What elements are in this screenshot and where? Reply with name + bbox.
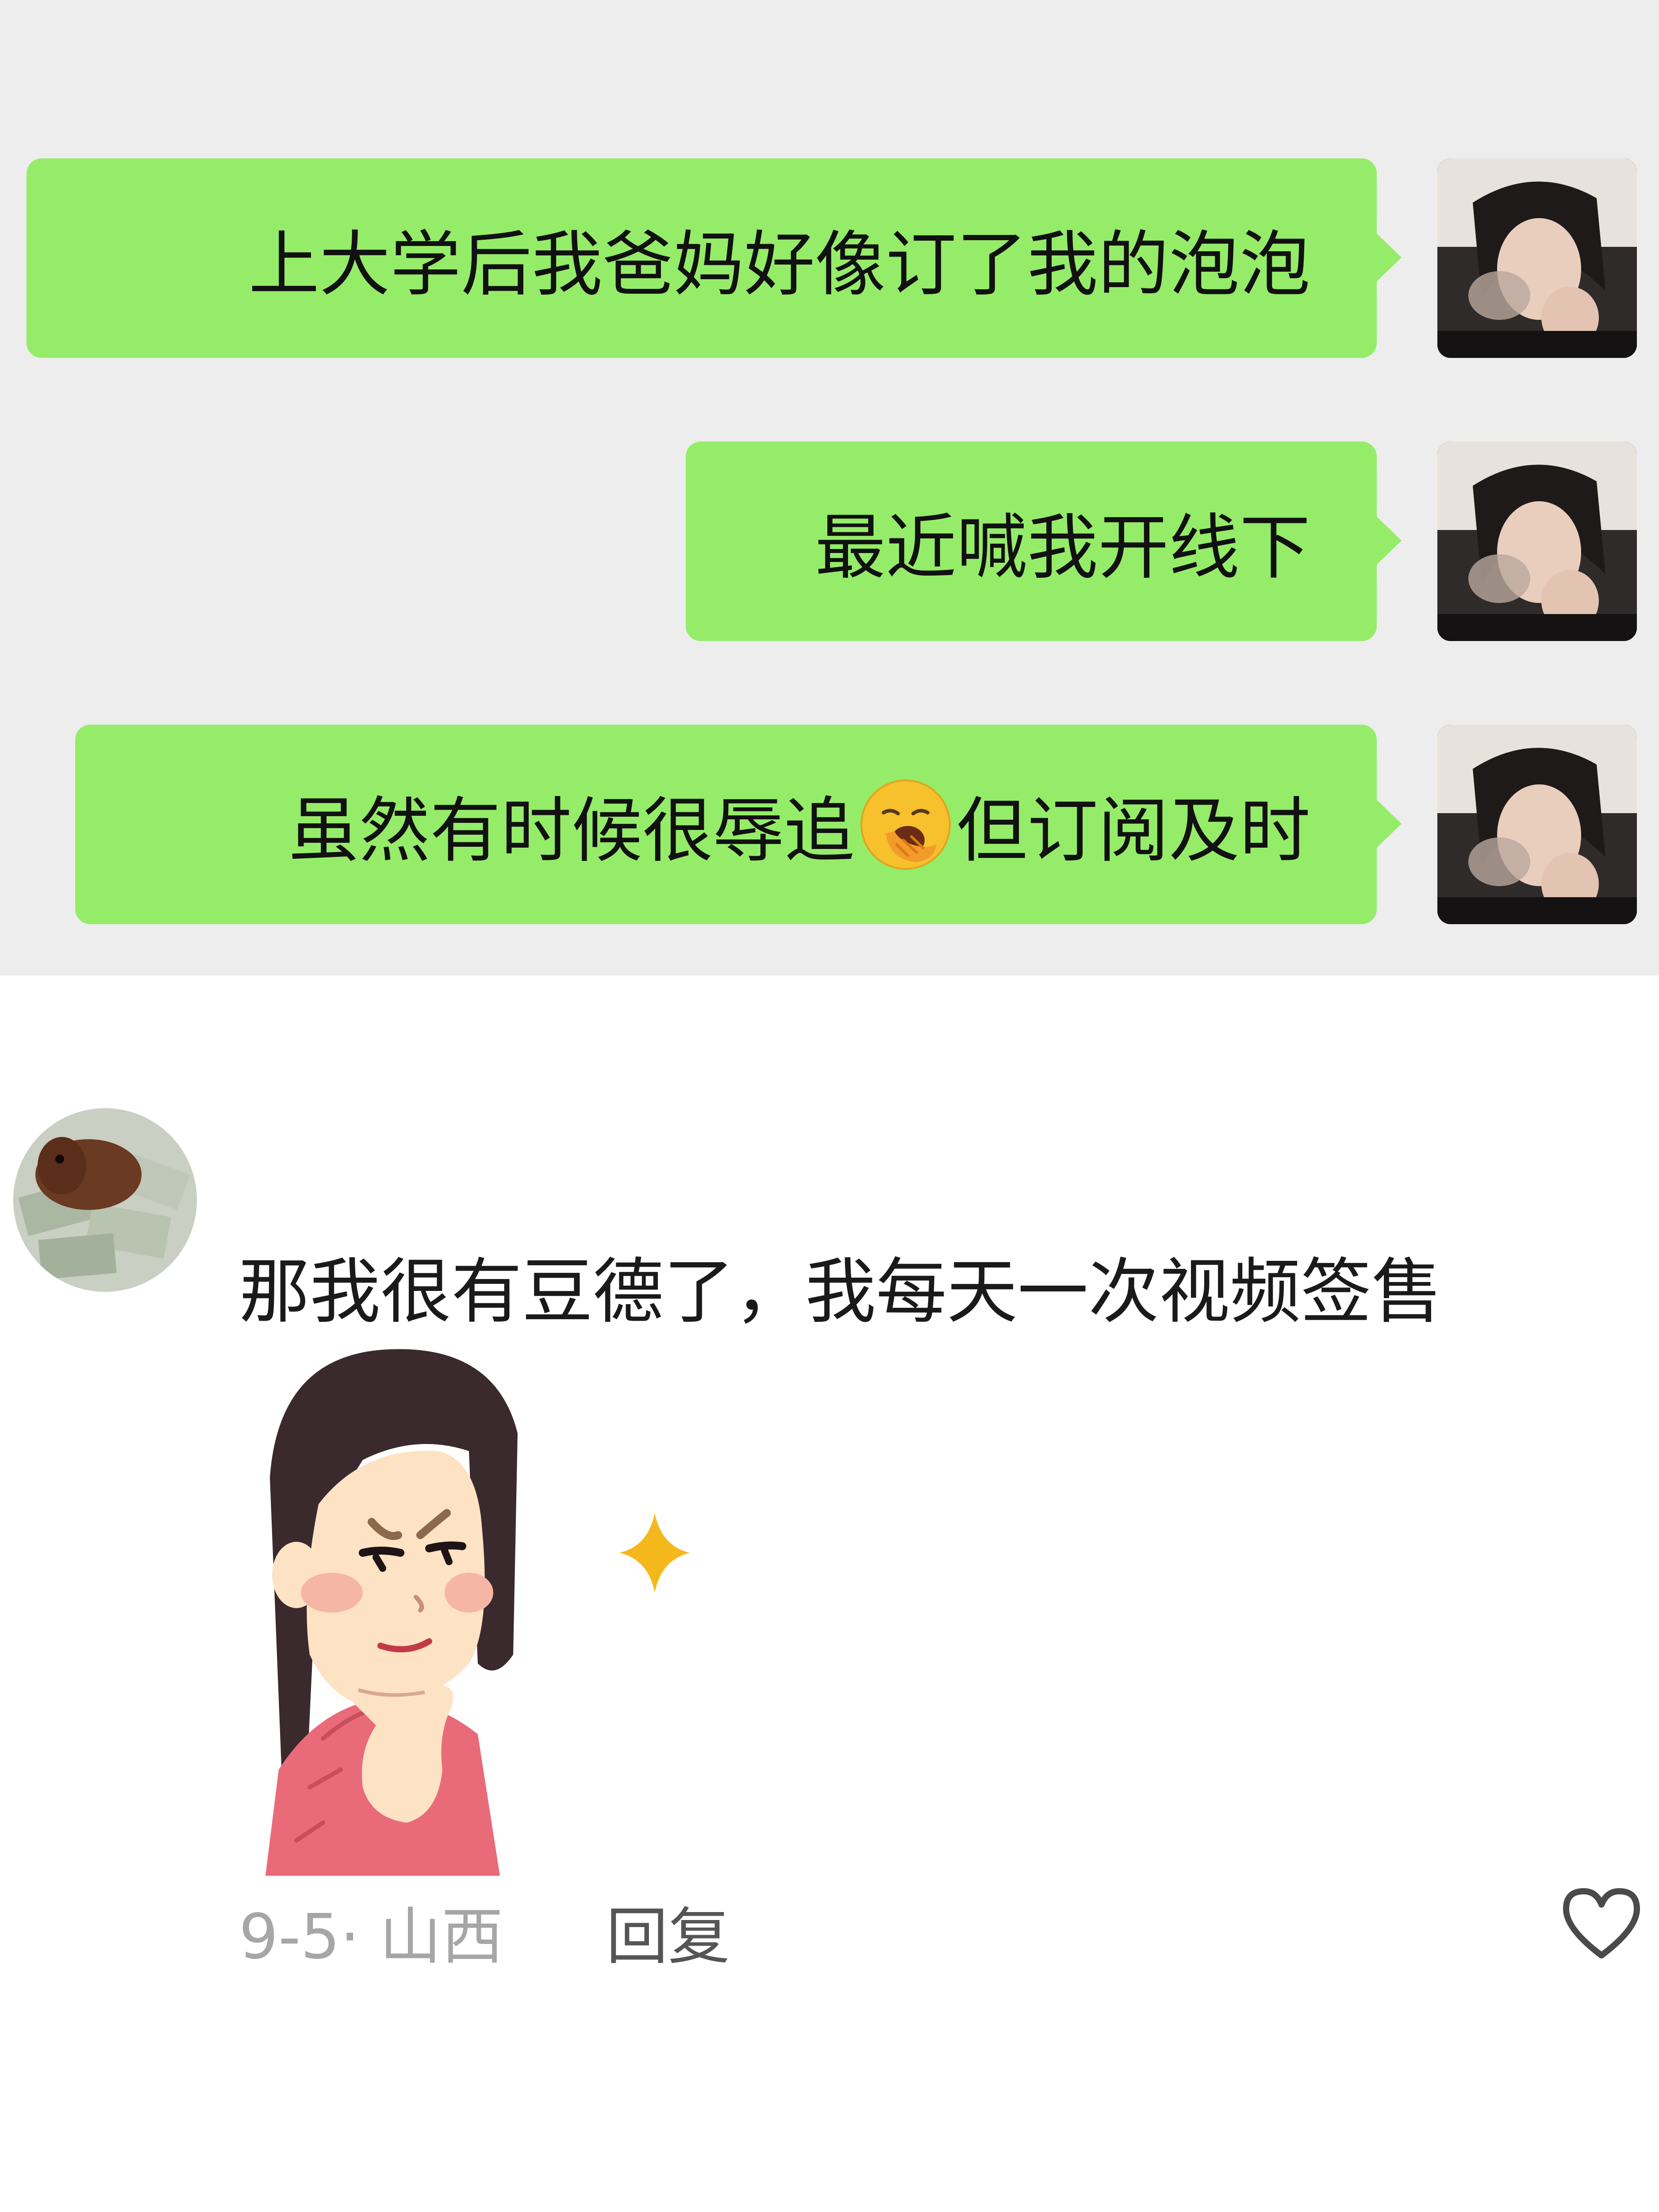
thinking-girl-sticker: [230, 1345, 761, 1876]
message-text-part: 虽然有时候很辱追: [288, 789, 855, 872]
message-text: 最近喊我开线下: [814, 506, 1310, 589]
yawning-face-icon: [859, 778, 952, 871]
message-bubble[interactable]: 最近喊我开线下: [686, 442, 1402, 641]
chat-screenshot: 上大学后我爸妈好像订了我的泡泡 最近喊我开线下 虽然有时候很辱追 但订阅及时: [0, 0, 1659, 975]
comment-date-location: 9-5· 山西: [239, 1901, 503, 1973]
sender-avatar[interactable]: [1437, 725, 1637, 924]
sender-avatar[interactable]: [1437, 442, 1637, 641]
commenter-avatar[interactable]: [13, 1108, 197, 1292]
reply-button[interactable]: 回复: [606, 1887, 730, 1976]
message-text: 上大学后我爸妈好像订了我的泡泡: [248, 223, 1310, 306]
message-bubble[interactable]: 上大学后我爸妈好像订了我的泡泡: [27, 158, 1402, 358]
sender-avatar[interactable]: [1437, 158, 1637, 358]
message-bubble[interactable]: 虽然有时候很辱追 但订阅及时: [75, 725, 1402, 924]
heart-outline-icon[interactable]: [1557, 1880, 1646, 1969]
message-text-part: 但订阅及时: [956, 789, 1310, 872]
comment-text: 那我很有豆德了，我每天一次视频签售: [239, 1250, 1443, 1333]
